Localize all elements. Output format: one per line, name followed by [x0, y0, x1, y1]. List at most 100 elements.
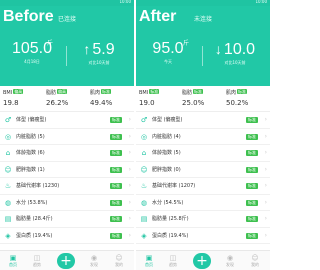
weight-unit: 斤 [183, 40, 190, 47]
metric-row[interactable]: ♨ 基础代谢率 (1207) 标准 › [136, 178, 270, 195]
discover-icon: ◉ [90, 254, 98, 262]
header-divider [202, 46, 203, 66]
status-badge: 标准 [193, 89, 204, 94]
metric-row[interactable]: ◍ 水分 (54.5%) 标准 › [136, 195, 270, 211]
key-stats: BMI 标准 19.0 脂肪 标准 25.0% 肌肉 标准 50.2% [136, 86, 270, 112]
change-value: ↓ 10.0 [204, 40, 266, 59]
chevron-right-icon: › [264, 132, 267, 140]
tab-label: 趋势 [169, 262, 177, 267]
metric-label: 水分 (54.5%) [152, 199, 184, 206]
metric-label: 内脏脂肪 (5) [16, 133, 45, 140]
bottom-tab-bar: ▣ 首页 ◫ 趋势 + ◉ 发现 ☺ 我的 [0, 250, 134, 270]
change-label: 对比10天前 [224, 60, 246, 65]
protein-icon: ◈ [141, 231, 147, 240]
body-age-icon: ⌂ [5, 149, 11, 157]
visceral-fat-icon: ◎ [140, 132, 148, 141]
chevron-right-icon: › [128, 182, 131, 189]
stat-value: 19.0 [139, 99, 155, 107]
chevron-right-icon: › [264, 116, 267, 123]
obesity-icon: ☺ [4, 165, 12, 174]
metric-row[interactable]: ▤ 脂肪量 (28.4斤) 标准 › [0, 211, 134, 228]
metric-row[interactable]: ☺ 肥胖指数 (0) 标准 › [136, 162, 270, 178]
metric-label: 蛋白质 (19.4%) [16, 232, 53, 239]
tab-label: 发现 [90, 262, 98, 267]
metric-row[interactable]: ◍ 水分 (53.8%) 标准 › [0, 195, 134, 211]
status-badge: 标准 [110, 117, 122, 123]
stat-bmi[interactable]: BMI 偏高 19.8 [3, 89, 47, 108]
stat-muscle[interactable]: 肌肉 标准 49.4% [90, 89, 134, 108]
tab-discover[interactable]: ◉ 发现 [83, 254, 105, 267]
stat-bmi[interactable]: BMI 标准 19.0 [139, 89, 183, 108]
metric-label: 基础代谢率 (1230) [16, 183, 60, 189]
stat-label: BMI [3, 90, 13, 96]
bmr-icon: ♨ [140, 182, 148, 190]
stat-fat[interactable]: 脂肪 标准 25.0% [182, 89, 226, 108]
tab-profile[interactable]: ☺ 我的 [108, 254, 130, 267]
chevron-right-icon: › [264, 182, 267, 189]
bottom-tab-bar: ▣ 首页 ◫ 趋势 + ◉ 发现 ☺ 我的 [136, 250, 270, 270]
stat-label: BMI [139, 90, 149, 96]
tab-home[interactable]: ▣ 首页 [138, 254, 160, 267]
metric-row[interactable]: ⌂ 体龄指数 (5) 标准 › [136, 145, 270, 162]
tab-label: 发现 [226, 262, 234, 267]
stat-value: 25.0% [182, 99, 205, 107]
weight-change[interactable]: ↓ 10.0 对比10天前 [204, 40, 266, 66]
status-badge: 偏高 [57, 89, 68, 94]
metric-row[interactable]: ◈ 蛋白质 (19.4%) 标准 › [136, 228, 270, 244]
tab-trend[interactable]: ◫ 趋势 [26, 254, 48, 267]
tab-home[interactable]: ▣ 首页 [2, 254, 24, 267]
status-badge: 标准 [246, 150, 258, 156]
add-record-button[interactable]: + [193, 253, 211, 269]
chevron-right-icon: › [128, 165, 131, 173]
header-divider [66, 46, 67, 66]
status-badge: 标准 [110, 166, 122, 173]
connection-status[interactable]: 已连接 [0, 14, 134, 23]
tab-profile[interactable]: ☺ 我的 [244, 254, 266, 267]
weight-display[interactable]: 95.0 斤 今天 [140, 40, 196, 65]
fat-mass-icon: ▤ [140, 215, 148, 223]
metric-row[interactable]: ◎ 内脏脂肪 (4) 标准 › [136, 129, 270, 145]
metric-row[interactable]: ▤ 脂肪量 (25.8斤) 标准 › [136, 211, 270, 228]
metric-row[interactable]: ♂ 体型 (偏瘦型) 标准 › [136, 112, 270, 129]
tab-trend[interactable]: ◫ 趋势 [162, 254, 184, 267]
metric-row[interactable]: ⌂ 体龄指数 (6) 标准 › [0, 145, 134, 162]
weight-change[interactable]: ↑ 5.9 对比10天前 [68, 40, 130, 66]
body-type-icon: ♂ [4, 116, 12, 124]
metric-list: ♂ 体型 (偏瘦型) 标准 › ◎ 内脏脂肪 (4) 标准 › ⌂ 体龄指数 (5) 标准 › ☺ 肥胖指… [136, 112, 270, 244]
stat-value: 50.2% [226, 99, 249, 107]
status-badge: 标准 [149, 89, 160, 94]
change-amount: 10.0 [223, 41, 256, 58]
metric-row[interactable]: ☺ 肥胖指数 (1) 标准 › [0, 162, 134, 178]
connection-status[interactable]: 未连接 [136, 14, 270, 23]
chevron-right-icon: › [128, 149, 131, 156]
trend-icon: ◫ [169, 254, 177, 262]
home-icon: ▣ [9, 254, 17, 262]
metric-row[interactable]: ◎ 内脏脂肪 (5) 标准 › [0, 129, 134, 145]
metric-label: 蛋白质 (19.4%) [152, 232, 189, 239]
metric-label: 内脏脂肪 (4) [152, 133, 181, 140]
chevron-right-icon: › [264, 149, 267, 156]
add-record-button[interactable]: + [57, 253, 75, 269]
change-value: ↑ 5.9 [68, 40, 130, 59]
metric-label: 体龄指数 (6) [16, 150, 45, 156]
weight-display[interactable]: 105.0 斤 4月18日 [4, 40, 60, 65]
before-panel: 10:00 Before 已连接 105.0 斤 4月18日 ↑ 5.9 对比10… [0, 0, 134, 270]
stat-muscle[interactable]: 肌肉 标准 50.2% [226, 89, 270, 108]
chevron-right-icon: › [128, 231, 131, 239]
change-arrow-icon: ↑ [83, 41, 91, 57]
profile-icon: ☺ [115, 254, 123, 262]
tab-discover[interactable]: ◉ 发现 [219, 254, 241, 267]
stat-fat[interactable]: 脂肪 偏高 26.2% [46, 89, 90, 108]
metric-row[interactable]: ◈ 蛋白质 (19.4%) 标准 › [0, 228, 134, 244]
stat-value: 26.2% [46, 99, 69, 107]
metric-label: 体型 (偏瘦型) [16, 117, 47, 123]
metric-row[interactable]: ♨ 基础代谢率 (1230) 标准 › [0, 178, 134, 195]
metric-label: 体龄指数 (5) [152, 150, 181, 156]
status-badge: 标准 [246, 183, 258, 189]
chevron-right-icon: › [128, 215, 131, 222]
change-amount: 5.9 [92, 41, 115, 58]
metric-row[interactable]: ♂ 体型 (偏瘦型) 标准 › [0, 112, 134, 129]
chevron-right-icon: › [264, 215, 267, 222]
metric-label: 体型 (偏瘦型) [152, 117, 183, 123]
status-badge: 标准 [246, 216, 258, 222]
